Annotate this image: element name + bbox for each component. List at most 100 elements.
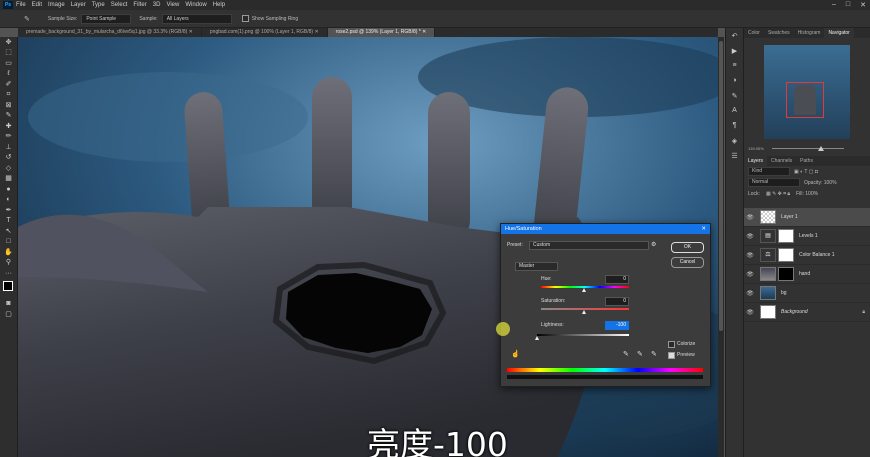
tab-swatches[interactable]: Swatches [764, 28, 794, 38]
cancel-button[interactable]: Cancel [671, 257, 704, 268]
layer-row-bg[interactable]: 👁︎ bg [744, 284, 870, 303]
zoom-slider-knob[interactable] [818, 146, 824, 151]
eyedropper-tool-icon[interactable]: ✎ [24, 15, 30, 23]
layer-row-levels-1[interactable]: 👁︎ ▤ Levels 1 [744, 227, 870, 246]
path-select-icon[interactable]: ↖ [0, 226, 17, 237]
close-icon[interactable]: ✕ [860, 1, 866, 9]
sample-size-select[interactable]: Point Sample [81, 13, 132, 24]
targeted-adjustment-hand-icon[interactable]: ☝ [511, 350, 520, 358]
properties-icon[interactable]: ≡ [726, 58, 743, 73]
marquee-tool-icon[interactable]: ▭ [0, 58, 17, 69]
opacity-field[interactable]: Opacity: 100% [804, 180, 837, 186]
tab-layers[interactable]: Layers [744, 156, 768, 166]
fill-field[interactable]: Fill: 100% [796, 191, 818, 197]
eye-icon[interactable]: 👁︎ [744, 309, 756, 316]
glyphs-icon[interactable]: ☰ [726, 148, 743, 163]
layer-row-color-balance-1[interactable]: 👁︎ ⚖ Color Balance 1 [744, 246, 870, 265]
preset-options-gear-icon[interactable]: ⚙ [651, 241, 656, 248]
brush-tool-icon[interactable]: ✏ [0, 132, 17, 143]
show-ring-checkbox[interactable] [241, 15, 249, 22]
hue-input[interactable]: 0 [605, 275, 629, 284]
sample-select[interactable]: All Layers [161, 13, 232, 24]
healing-brush-icon[interactable]: ✚ [0, 121, 17, 132]
lock-icons[interactable]: ▦ ✎ ✥ ⌗ 🔒︎ [766, 191, 790, 197]
menu-3d[interactable]: 3D [153, 2, 161, 8]
adjustments-icon[interactable]: ◑ [726, 73, 743, 88]
tab-paths[interactable]: Paths [796, 156, 817, 166]
tab-color[interactable]: Color [744, 28, 764, 38]
pen-tool-icon[interactable]: ✒ [0, 205, 17, 216]
lightness-slider-knob[interactable] [535, 336, 539, 340]
eyedropper-minus-icon[interactable]: ✎ [651, 350, 657, 358]
type-tool-icon[interactable]: T [0, 216, 17, 227]
channel-select[interactable]: Master [515, 262, 558, 271]
paragraph-icon[interactable]: ¶ [726, 118, 743, 133]
blend-mode-select[interactable]: Normal [748, 178, 800, 187]
lightness-slider-track[interactable] [537, 334, 629, 336]
history-icon[interactable]: ↶ [726, 28, 743, 43]
scrollbar-thumb[interactable] [719, 41, 723, 331]
menu-view[interactable]: View [166, 2, 179, 8]
menu-help[interactable]: Help [213, 2, 225, 8]
dialog-title-bar[interactable]: Hue/Saturation ✕ [501, 224, 710, 234]
eye-icon[interactable]: 👁︎ [744, 271, 756, 278]
play-icon[interactable]: ▶ [726, 43, 743, 58]
filter-icons[interactable]: ▣ ◐ T ▢ ◘ [794, 169, 818, 175]
quick-select-tool-icon[interactable]: ✐ [0, 79, 17, 90]
tab-channels[interactable]: Channels [767, 156, 796, 166]
lightness-input[interactable]: -100 [605, 321, 629, 330]
menu-file[interactable]: File [16, 2, 26, 8]
zoom-tool-icon[interactable]: ⚲ [0, 258, 17, 269]
saturation-slider-knob[interactable] [582, 310, 586, 314]
maximize-icon[interactable]: □ [846, 1, 850, 9]
color-swatches[interactable] [0, 279, 17, 299]
saturation-input[interactable]: 0 [605, 297, 629, 306]
tab-rose2-psd[interactable]: rose2.psd @ 139% (Layer 1, RGB/8) * ✕ [327, 28, 436, 37]
menu-filter[interactable]: Filter [133, 2, 146, 8]
artboard-tool-icon[interactable]: ⬚ [0, 48, 17, 59]
blur-tool-icon[interactable]: ● [0, 184, 17, 195]
eyedropper-plus-icon[interactable]: ✎ [637, 350, 643, 358]
close-icon[interactable]: ✕ [701, 224, 706, 234]
canvas-scrollbar[interactable] [718, 37, 724, 457]
clone-stamp-icon[interactable]: ⊥ [0, 142, 17, 153]
screen-mode-icon[interactable]: ▢ [0, 309, 17, 320]
eye-icon[interactable]: 👁︎ [744, 290, 756, 297]
frame-tool-icon[interactable]: ⊠ [0, 100, 17, 111]
gradient-tool-icon[interactable]: ▦ [0, 174, 17, 185]
brush-settings-icon[interactable]: ✎ [726, 88, 743, 103]
hue-slider-knob[interactable] [582, 288, 586, 292]
menu-select[interactable]: Select [111, 2, 128, 8]
character-icon[interactable]: A [726, 103, 743, 118]
zoom-slider-track[interactable] [772, 148, 844, 149]
layer-row-layer-1[interactable]: 👁︎ Layer 1 [744, 208, 870, 227]
menu-image[interactable]: Image [48, 2, 65, 8]
kind-filter-select[interactable]: Kind [748, 167, 790, 176]
ok-button[interactable]: OK [671, 242, 704, 253]
menu-edit[interactable]: Edit [32, 2, 42, 8]
layer-row-hand[interactable]: 👁︎ hand [744, 265, 870, 284]
colorize-checkbox[interactable] [668, 341, 675, 348]
eyedropper-icon[interactable]: ✎ [623, 350, 629, 358]
eye-icon[interactable]: 👁︎ [744, 233, 756, 240]
eraser-tool-icon[interactable]: ◇ [0, 163, 17, 174]
menu-layer[interactable]: Layer [71, 2, 86, 8]
libraries-icon[interactable]: ◈ [726, 133, 743, 148]
eye-icon[interactable]: 👁︎ [744, 252, 756, 259]
preset-select[interactable]: Custom [529, 241, 649, 250]
eye-icon[interactable]: 👁︎ [744, 214, 756, 221]
history-brush-icon[interactable]: ↺ [0, 153, 17, 164]
tab-navigator[interactable]: Navigator [824, 28, 854, 38]
hand-tool-icon[interactable]: ✋ [0, 247, 17, 258]
tab-pngbad[interactable]: pngbad.com(1).png @ 100% (Layer 1, RGB/8… [202, 28, 328, 37]
lasso-tool-icon[interactable]: ℓ [0, 69, 17, 80]
more-tools-icon[interactable]: ··· [0, 268, 17, 279]
dodge-tool-icon[interactable]: ◐ [0, 195, 17, 206]
menu-type[interactable]: Type [92, 2, 105, 8]
foreground-color[interactable] [3, 280, 13, 291]
menu-window[interactable]: Window [185, 2, 206, 8]
navigator-zoom-value[interactable]: 139.05% [748, 146, 764, 151]
navigator-preview[interactable] [764, 45, 850, 139]
crop-tool-icon[interactable]: ⌗ [0, 90, 17, 101]
move-tool-icon[interactable]: ✥ [0, 37, 17, 48]
